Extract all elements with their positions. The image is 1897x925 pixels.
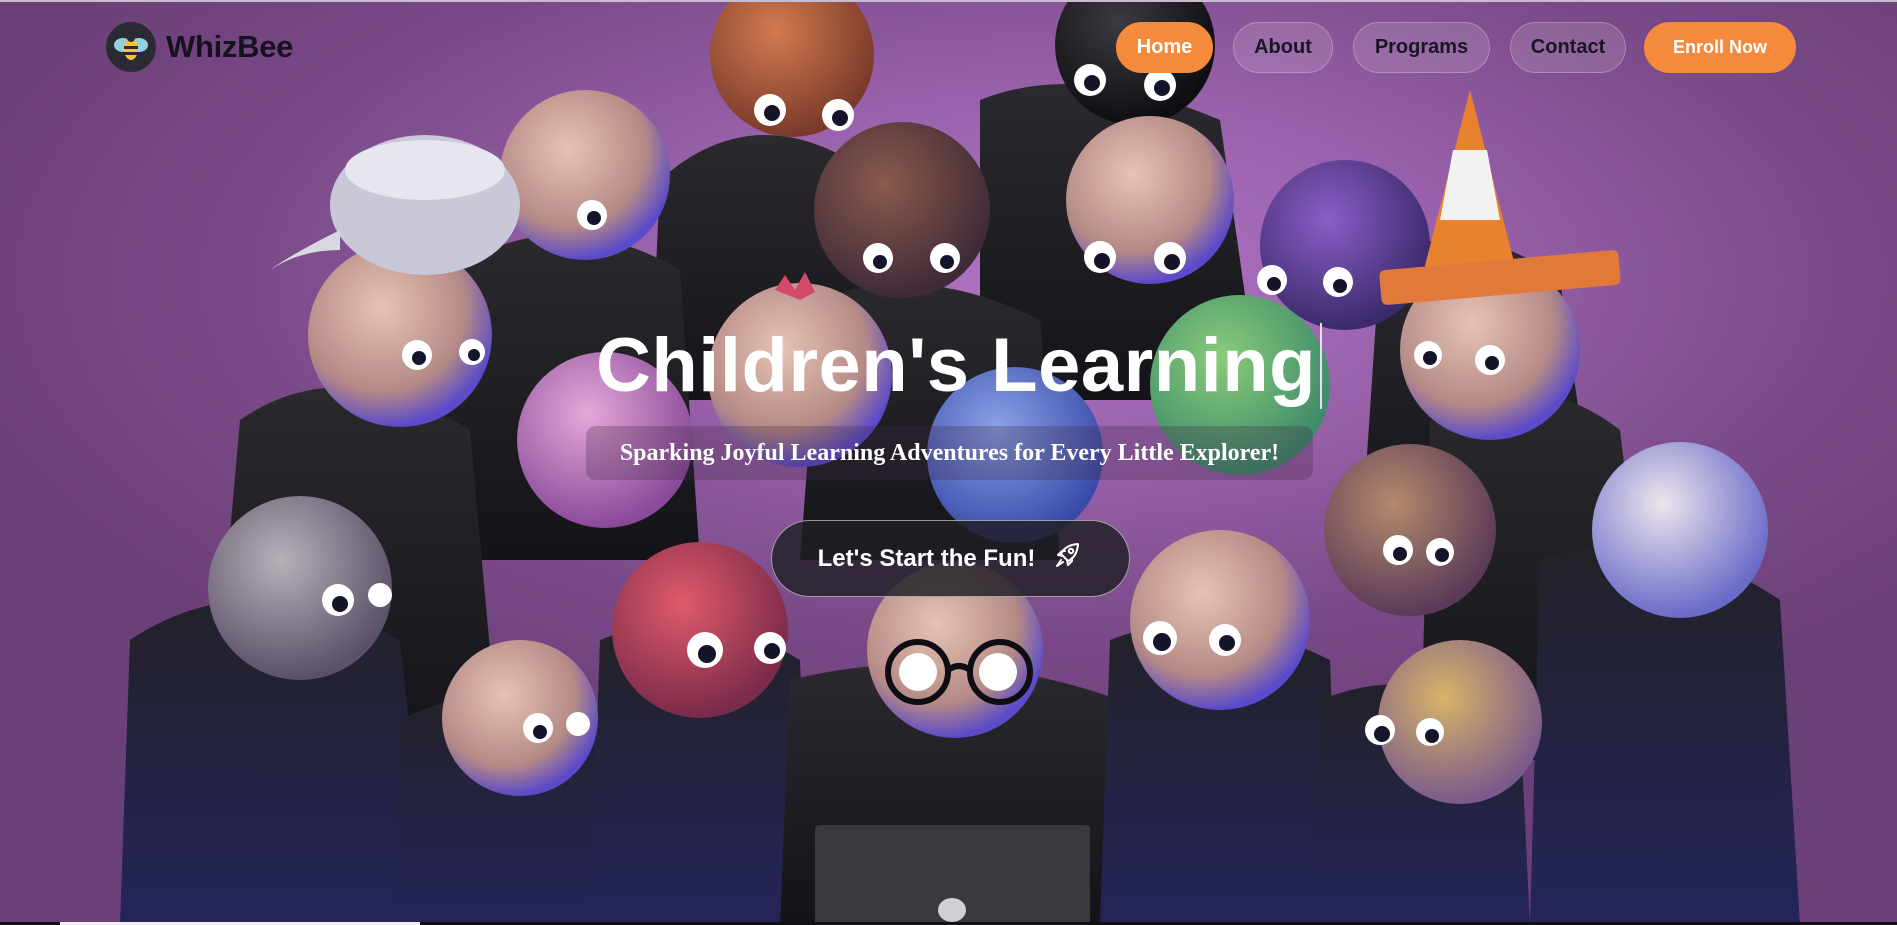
bee-icon xyxy=(106,22,156,72)
nav-home-link[interactable]: Home xyxy=(1116,22,1213,73)
rocket-icon xyxy=(1053,540,1083,577)
navbar: WhizBee Home About Programs Contact Enro… xyxy=(0,0,1897,96)
nav-programs-link[interactable]: Programs xyxy=(1353,22,1490,73)
hero-subtitle: Sparking Joyful Learning Adventures for … xyxy=(586,426,1313,480)
hero-title: Children's Learning xyxy=(596,322,1323,409)
nav-about-link[interactable]: About xyxy=(1233,22,1333,73)
hero-title-text: Children's Learning xyxy=(596,323,1317,408)
enroll-now-button[interactable]: Enroll Now xyxy=(1644,22,1796,73)
start-fun-label: Let's Start the Fun! xyxy=(817,544,1036,572)
brand-name: WhizBee xyxy=(166,29,294,64)
start-fun-button[interactable]: Let's Start the Fun! xyxy=(771,520,1130,597)
nav-links: Home About Programs Contact xyxy=(1116,22,1626,73)
brand-logo[interactable]: WhizBee xyxy=(106,22,293,72)
typing-caret xyxy=(1320,322,1323,409)
nav-contact-link[interactable]: Contact xyxy=(1510,22,1626,73)
